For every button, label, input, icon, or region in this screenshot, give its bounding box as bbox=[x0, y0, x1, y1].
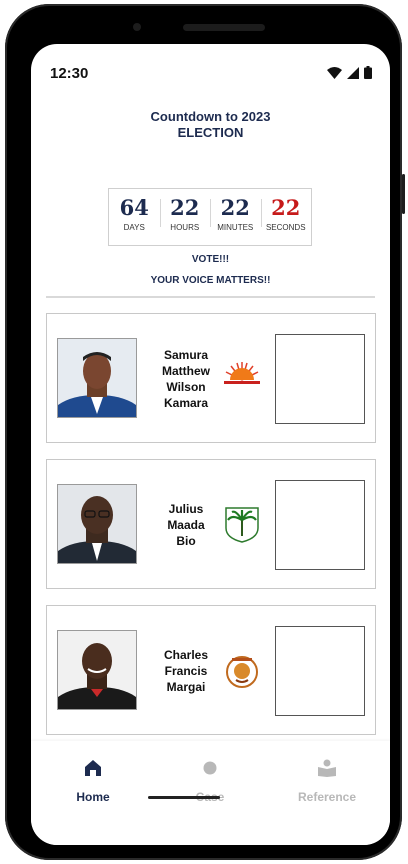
power-button bbox=[402, 174, 405, 214]
hours-label: HOURS bbox=[170, 223, 200, 232]
status-time: 12:30 bbox=[50, 65, 89, 82]
home-icon bbox=[85, 760, 101, 776]
countdown-minutes: 22 MINUTES bbox=[210, 189, 261, 245]
countdown-timer: 64 DAYS 22 HOURS 22 MINUTES 22 SECONDS bbox=[108, 188, 312, 246]
days-label: DAYS bbox=[123, 223, 145, 232]
vote-checkbox[interactable] bbox=[275, 480, 365, 570]
days-value: 64 bbox=[119, 195, 149, 220]
main-content: Countdown to 2023 ELECTION 64 DAYS 22 HO… bbox=[31, 104, 390, 741]
hours-value: 22 bbox=[170, 195, 200, 220]
home-indicator bbox=[148, 796, 220, 799]
phone-frame: 12:30 Countdown to 2023 ELECTION 64 DAYS… bbox=[5, 4, 405, 860]
candidate-card: Julius Maada Bio bbox=[46, 459, 376, 589]
candidate-card: Charles Francis Margai bbox=[46, 605, 376, 735]
countdown-days: 64 DAYS bbox=[109, 189, 160, 245]
countdown-hours: 22 HOURS bbox=[159, 189, 211, 245]
status-icons bbox=[327, 66, 372, 79]
voice-message: YOUR VOICE MATTERS!! bbox=[150, 275, 271, 286]
circle-icon bbox=[203, 761, 217, 775]
name-line: Bio bbox=[176, 534, 196, 548]
vote-checkbox[interactable] bbox=[275, 626, 365, 716]
wifi-icon bbox=[327, 66, 342, 79]
seconds-label: SECONDS bbox=[265, 223, 306, 232]
nav-home-label: Home bbox=[76, 790, 110, 804]
candidate-photo bbox=[57, 630, 137, 710]
vote-checkbox[interactable] bbox=[275, 334, 365, 424]
page-title: Countdown to 2023 ELECTION bbox=[31, 109, 390, 141]
candidate-name: Charles Francis Margai bbox=[141, 647, 231, 695]
signal-icon bbox=[347, 66, 359, 79]
seconds-value: 22 bbox=[271, 195, 301, 220]
name-line: Francis bbox=[164, 664, 208, 678]
reader-icon bbox=[318, 759, 336, 777]
earpiece-speaker bbox=[183, 24, 265, 31]
title-line-1: Countdown to 2023 bbox=[150, 109, 271, 124]
candidate-name: Julius Maada Bio bbox=[141, 501, 231, 549]
name-line: Kamara bbox=[163, 396, 209, 410]
slpp-palm-tree-icon bbox=[222, 504, 262, 544]
candidate-card: Samura Matthew Wilson Kamara bbox=[46, 313, 376, 443]
bottom-navigation: Home Case Reference bbox=[31, 741, 390, 845]
section-divider bbox=[46, 296, 375, 298]
pmdc-emblem-icon bbox=[222, 652, 262, 692]
vote-message: VOTE!!! bbox=[191, 254, 230, 265]
nav-reference-label: Reference bbox=[297, 790, 357, 804]
name-line: Margai bbox=[166, 680, 206, 694]
front-camera bbox=[133, 23, 141, 31]
minutes-value: 22 bbox=[220, 195, 250, 220]
app-screen: 12:30 Countdown to 2023 ELECTION 64 DAYS… bbox=[31, 44, 390, 845]
candidate-photo bbox=[57, 484, 137, 564]
status-bar: 12:30 bbox=[31, 44, 390, 104]
countdown-seconds: 22 SECONDS bbox=[260, 189, 312, 245]
minutes-label: MINUTES bbox=[217, 223, 254, 232]
name-line: Matthew bbox=[162, 364, 210, 378]
candidate-name: Samura Matthew Wilson Kamara bbox=[141, 347, 231, 411]
battery-icon bbox=[364, 66, 372, 79]
candidate-photo bbox=[57, 338, 137, 418]
name-line: Charles bbox=[163, 648, 209, 662]
name-line: Wilson bbox=[166, 380, 206, 394]
apc-rising-sun-icon bbox=[222, 358, 262, 398]
name-line: Julius bbox=[168, 502, 204, 516]
title-line-2: ELECTION bbox=[177, 125, 244, 140]
name-line: Samura bbox=[163, 348, 209, 362]
name-line: Maada bbox=[167, 518, 205, 532]
